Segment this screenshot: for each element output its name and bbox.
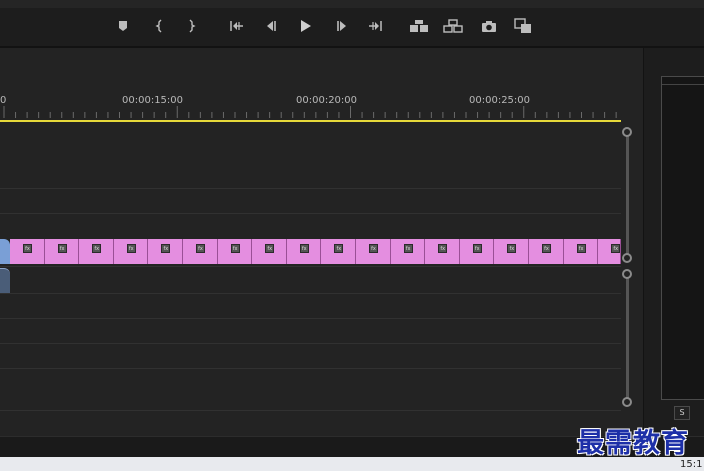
video-clip-row[interactable]: fx fx fx fx fx fx fx fx fx fx fx fx fx fx fx fx fx fx [0, 239, 621, 264]
video-clip[interactable]: fx [79, 239, 114, 264]
video-track-scrollbar[interactable] [626, 132, 629, 258]
track-divider [0, 343, 621, 344]
video-clip[interactable]: fx [598, 239, 621, 264]
s-button[interactable]: S [674, 406, 690, 420]
fx-badge-icon: fx [230, 244, 240, 253]
scroll-handle-top[interactable] [622, 127, 632, 137]
go-to-in-icon[interactable] [224, 14, 250, 38]
step-back-icon[interactable] [258, 14, 284, 38]
time-ruler[interactable] [0, 48, 621, 122]
track-divider [0, 188, 621, 189]
mark-out-icon[interactable] [178, 14, 204, 38]
extract-icon[interactable] [440, 14, 466, 38]
scroll-handle-bottom[interactable] [622, 397, 632, 407]
scroll-handle-bottom[interactable] [622, 253, 632, 263]
fx-badge-icon: fx [161, 244, 171, 253]
fx-badge-icon: fx [334, 244, 344, 253]
fx-badge-icon: fx [507, 244, 517, 253]
comparison-view-icon[interactable] [510, 14, 536, 38]
audio-clip-edge[interactable] [0, 268, 10, 293]
video-clip[interactable]: fx [563, 239, 599, 264]
mark-in-icon[interactable] [147, 14, 173, 38]
timeline-panel: 0 00:00:15:00 00:00:20:00 00:00:25:00 fx… [0, 48, 643, 436]
ruler-label-20s: 00:00:20:00 [296, 95, 358, 106]
watermark-logo: 最需教育 [577, 428, 689, 459]
video-clip[interactable]: fx [321, 239, 356, 264]
fx-badge-icon: fx [472, 244, 482, 253]
video-clip[interactable]: fx [356, 239, 391, 264]
ruler-label-0: 0 [0, 95, 7, 106]
export-frame-icon[interactable] [476, 14, 502, 38]
work-area-bar[interactable] [0, 120, 621, 122]
fx-badge-icon: fx [265, 244, 275, 253]
lift-icon[interactable] [406, 14, 432, 38]
top-strip [0, 0, 704, 8]
video-clip[interactable]: fx [148, 239, 183, 264]
video-clip[interactable]: fx [217, 239, 253, 264]
video-clip[interactable]: fx [390, 239, 426, 264]
transport-controls [0, 8, 704, 46]
add-marker-icon[interactable] [110, 14, 136, 38]
program-monitor [661, 76, 704, 400]
scroll-handle-top[interactable] [622, 269, 632, 279]
video-clip[interactable]: fx [44, 239, 80, 264]
fx-badge-icon: fx [611, 244, 621, 253]
fx-badge-icon: fx [369, 244, 378, 253]
video-clip[interactable]: fx [459, 239, 495, 264]
fx-badge-icon: fx [576, 244, 586, 253]
video-clip[interactable]: fx [529, 239, 564, 264]
taskbar-clock: 15:1 [680, 459, 703, 470]
track-divider [0, 410, 621, 411]
video-clip[interactable]: fx [183, 239, 218, 264]
fx-badge-icon: fx [23, 244, 32, 253]
video-clip[interactable]: fx [10, 239, 45, 264]
track-divider [0, 318, 621, 319]
fx-badge-icon: fx [438, 244, 448, 253]
play-icon[interactable] [293, 14, 319, 38]
step-forward-icon[interactable] [329, 14, 355, 38]
video-clip[interactable]: fx [113, 239, 149, 264]
fx-badge-icon: fx [403, 244, 413, 253]
fx-badge-icon: fx [57, 244, 67, 253]
video-clip[interactable]: fx [425, 239, 460, 264]
clip-edge[interactable] [0, 239, 10, 264]
fx-badge-icon: fx [196, 244, 205, 253]
track-divider [0, 368, 621, 369]
video-clip[interactable]: fx [252, 239, 287, 264]
go-to-out-icon[interactable] [362, 14, 388, 38]
ruler-label-25s: 00:00:25:00 [469, 95, 531, 106]
track-divider [0, 266, 621, 267]
video-clip[interactable]: fx [286, 239, 322, 264]
audio-track-scrollbar[interactable] [626, 274, 629, 402]
fx-badge-icon: fx [299, 244, 309, 253]
track-divider [0, 213, 621, 214]
monitor-edge [662, 84, 704, 85]
track-divider [0, 293, 621, 294]
ruler-label-15s: 00:00:15:00 [122, 95, 184, 106]
fx-badge-icon: fx [126, 244, 136, 253]
fx-badge-icon: fx [542, 244, 551, 253]
fx-badge-icon: fx [92, 244, 102, 253]
video-clip[interactable]: fx [494, 239, 529, 264]
